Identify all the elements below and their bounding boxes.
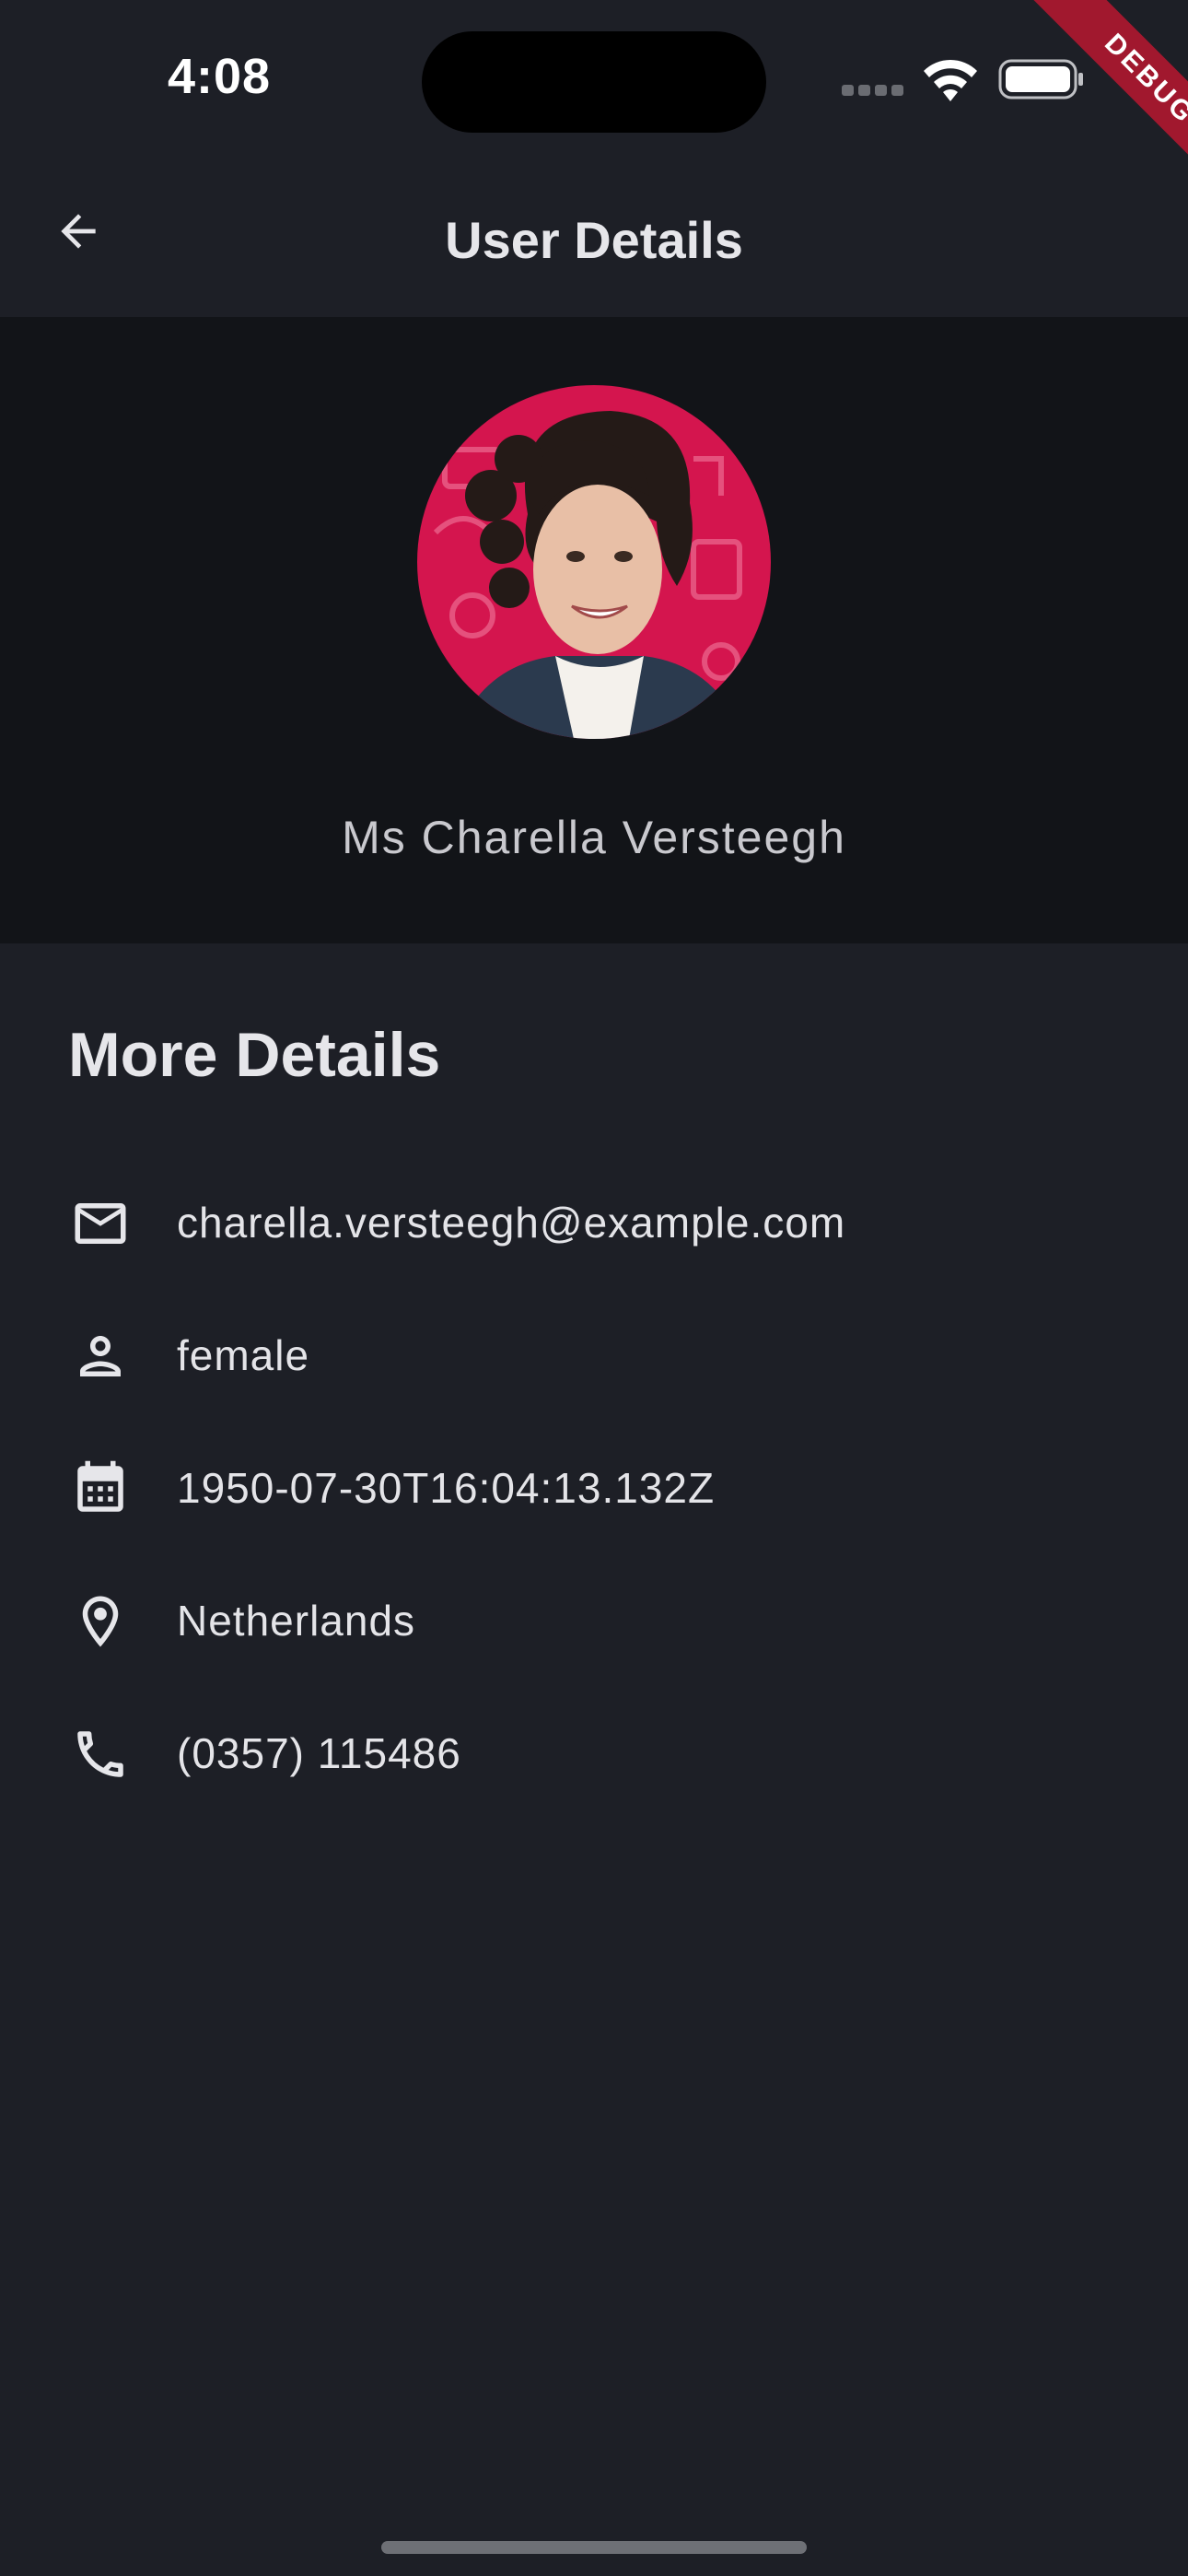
user-name: Ms Charella Versteegh bbox=[342, 812, 846, 863]
home-indicator[interactable] bbox=[381, 2541, 807, 2554]
battery-icon bbox=[998, 59, 1083, 100]
avatar bbox=[417, 385, 771, 739]
email-value: charella.versteegh@example.com bbox=[177, 1199, 846, 1247]
cellular-signal-icon bbox=[842, 85, 904, 96]
profile-header: Ms Charella Versteegh bbox=[0, 317, 1188, 943]
wifi-icon bbox=[924, 59, 977, 101]
phone-value: (0357) 115486 bbox=[177, 1729, 461, 1777]
calendar-icon bbox=[68, 1460, 133, 1516]
status-time: 4:08 bbox=[168, 49, 272, 104]
mail-icon bbox=[68, 1196, 133, 1251]
person-icon bbox=[68, 1329, 133, 1384]
status-bar: 4:08 bbox=[0, 0, 1188, 157]
location-value: Netherlands bbox=[177, 1597, 416, 1645]
location-pin-icon bbox=[68, 1594, 133, 1649]
phone-row: (0357) 115486 bbox=[68, 1708, 1118, 1800]
phone-icon bbox=[68, 1727, 133, 1782]
section-title: More Details bbox=[68, 1020, 441, 1090]
gender-value: female bbox=[177, 1331, 310, 1379]
dob-value: 1950-07-30T16:04:13.132Z bbox=[177, 1464, 716, 1512]
page-title: User Details bbox=[445, 211, 743, 269]
gender-row: female bbox=[68, 1310, 1118, 1402]
location-row: Netherlands bbox=[68, 1575, 1118, 1668]
dynamic-island bbox=[422, 31, 766, 133]
dob-row: 1950-07-30T16:04:13.132Z bbox=[68, 1443, 1118, 1535]
app-bar: User Details bbox=[0, 157, 1188, 317]
email-row: charella.versteegh@example.com bbox=[68, 1177, 1118, 1270]
